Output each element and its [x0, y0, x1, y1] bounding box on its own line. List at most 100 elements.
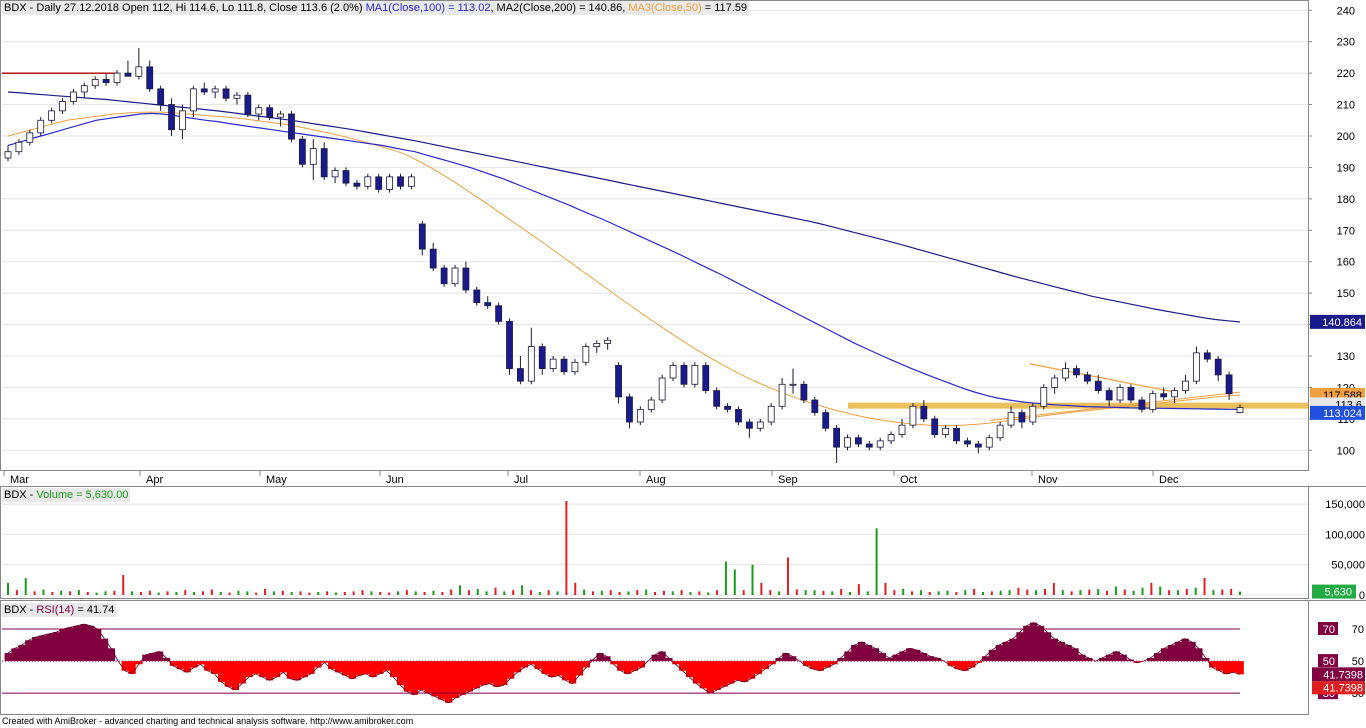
- volume-tick-label: 100,000: [1325, 529, 1365, 541]
- candle-body: [484, 302, 492, 307]
- volume-last-label: 5,630: [1324, 587, 1352, 599]
- volume-bar: [379, 591, 382, 595]
- candle-body: [626, 396, 633, 423]
- volume-bar: [1114, 586, 1117, 595]
- rsi-last-label-2: 41.7398: [1323, 682, 1363, 694]
- volume-bar: [60, 590, 63, 595]
- candle-body: [615, 365, 622, 398]
- rsi-column: [885, 657, 893, 662]
- volume-bar: [1017, 587, 1020, 595]
- candle-body: [724, 405, 731, 410]
- volume-bar: [786, 557, 789, 595]
- rsi-column: [699, 661, 707, 689]
- volume-bar: [175, 591, 178, 595]
- rsi-column: [383, 661, 391, 671]
- amibroker-chart[interactable]: 1001101201301401501601701801902002102202…: [0, 0, 1366, 728]
- candle-body: [549, 358, 557, 369]
- candle-body: [789, 383, 797, 386]
- volume-bar: [290, 591, 293, 595]
- volume-bar: [334, 592, 337, 595]
- month-label: Mar: [10, 474, 29, 486]
- candles[interactable]: [4, 48, 1244, 463]
- volume-bar: [388, 592, 391, 595]
- volume-bar: [1123, 589, 1126, 595]
- rsi-header-label: RSI(14): [36, 604, 75, 616]
- volume-bar: [1026, 589, 1029, 595]
- volume-bar: [600, 590, 603, 595]
- candle-body: [1040, 387, 1048, 407]
- volume-bar: [467, 590, 470, 595]
- rsi-column: [355, 661, 363, 676]
- rsi-column: [211, 661, 219, 674]
- volume-bar: [742, 590, 745, 595]
- month-label: Oct: [900, 474, 917, 486]
- rsi-column: [720, 661, 728, 687]
- volume-bar: [423, 591, 426, 595]
- volume-bar: [281, 590, 284, 595]
- price-tick-label: 150: [1337, 288, 1355, 300]
- candle-body: [855, 437, 862, 445]
- rsi-header-value: = 41.74: [74, 604, 115, 616]
- volume-bar: [884, 582, 887, 595]
- rsi-pane[interactable]: 30507070503041.739841.7398: [2, 622, 1365, 704]
- rsi-column: [52, 632, 61, 662]
- volume-bar: [1106, 590, 1109, 595]
- volume-bar: [538, 591, 541, 595]
- support-band: [2, 72, 1308, 421]
- rsi-column: [445, 661, 453, 703]
- rsi-column: [204, 661, 212, 671]
- rsi-column: [266, 661, 274, 681]
- rsi-column: [362, 661, 370, 674]
- candle-body: [211, 88, 219, 93]
- candle-body: [26, 132, 34, 143]
- rsi-pane-header: BDX - RSI(14) = 41.74: [2, 603, 117, 617]
- rsi-column: [87, 625, 95, 662]
- candle-body: [1018, 412, 1026, 423]
- price-gridlines: [2, 9, 1308, 451]
- price-tick-label: 210: [1337, 100, 1355, 112]
- volume-bars[interactable]: [7, 501, 1241, 595]
- candle-body: [255, 107, 263, 115]
- rsi-column: [80, 624, 88, 662]
- volume-bar: [246, 591, 249, 595]
- rsi-column: [245, 661, 253, 678]
- volume-bar: [370, 591, 373, 595]
- ma100-last-label: 113.024: [1323, 408, 1362, 420]
- month-label: Nov: [1038, 474, 1058, 486]
- price-tick-label: 180: [1337, 194, 1355, 206]
- candle-body: [440, 267, 448, 285]
- date-axis: Mar Apr May Jun Jul Aug Sep Oct Nov Dec: [0, 470, 1308, 486]
- volume-bar: [7, 582, 9, 595]
- rsi-column: [617, 661, 625, 671]
- rsi-column: [314, 661, 322, 668]
- candle-body: [691, 365, 699, 385]
- candle-body: [647, 399, 655, 410]
- volume-bar: [33, 591, 36, 595]
- rsi-column: [259, 661, 267, 678]
- volume-bar: [450, 589, 453, 595]
- rsi-column: [25, 640, 33, 662]
- volume-bar: [928, 591, 931, 595]
- volume-bar: [1168, 590, 1171, 595]
- volume-bar: [857, 584, 860, 595]
- volume-bar: [574, 582, 577, 595]
- rsi-column: [32, 637, 40, 662]
- volume-bar: [919, 590, 922, 595]
- volume-bar: [645, 589, 648, 595]
- rsi-column: [747, 661, 756, 679]
- volume-bar: [1132, 590, 1135, 595]
- ma3-value: = 117.59: [701, 2, 748, 14]
- rsi-column: [252, 661, 260, 674]
- volume-bar: [1035, 590, 1038, 595]
- volume-bar: [405, 590, 408, 595]
- volume-bar: [255, 592, 258, 595]
- rsi-column: [458, 661, 467, 695]
- rsi-column: [1036, 625, 1045, 662]
- volume-bar: [795, 589, 798, 595]
- candle-body: [931, 418, 939, 435]
- rsi-column: [94, 629, 102, 662]
- rsi-column: [155, 651, 164, 662]
- volume-bar: [769, 590, 772, 595]
- volume-bar: [521, 585, 524, 595]
- rsi-column: [1057, 641, 1065, 662]
